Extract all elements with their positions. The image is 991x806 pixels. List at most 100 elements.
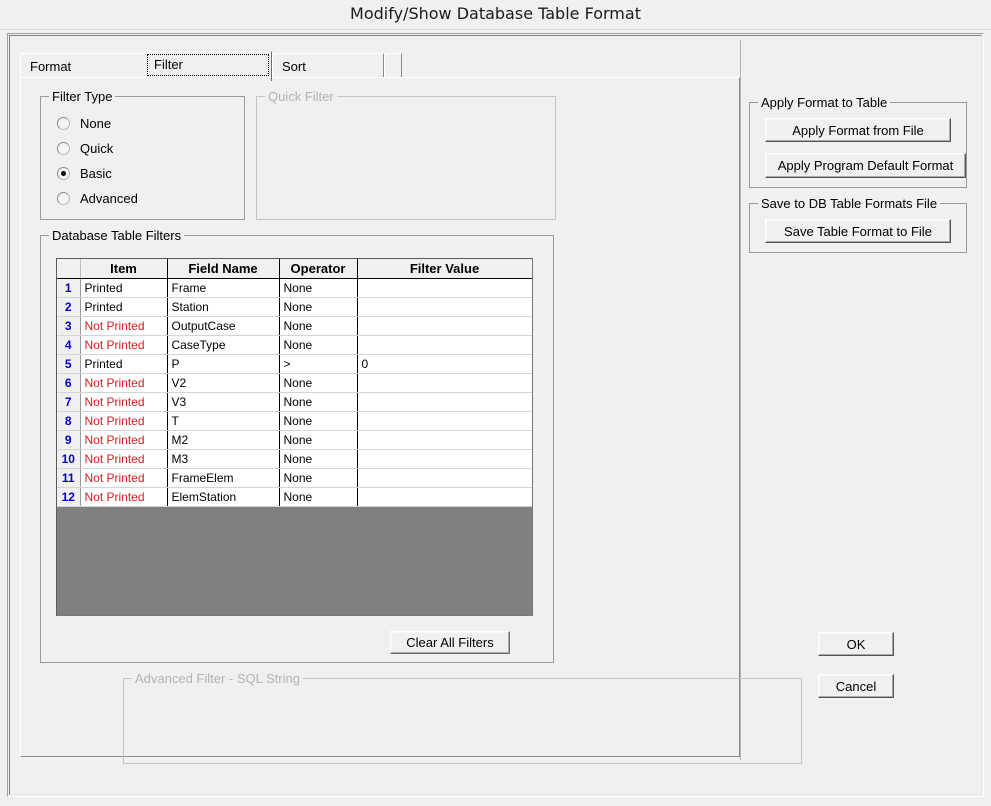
column-header-rownum[interactable] — [57, 259, 81, 279]
row-number-cell[interactable]: 5 — [57, 354, 81, 374]
apply-program-default-format-button[interactable]: Apply Program Default Format — [765, 153, 966, 178]
cell-field-name[interactable]: ElemStation — [167, 487, 280, 507]
ok-button-label: OK — [846, 636, 866, 652]
row-number-cell[interactable]: 3 — [57, 316, 81, 336]
cell-operator[interactable]: None — [279, 335, 358, 355]
cell-filter-value[interactable] — [357, 278, 532, 298]
cell-operator[interactable]: None — [279, 430, 358, 450]
row-number-cell[interactable]: 10 — [57, 449, 81, 469]
apply-format-from-file-button[interactable]: Apply Format from File — [765, 118, 951, 142]
cell-field-name[interactable]: P — [167, 354, 280, 374]
tab-sort[interactable]: Sort — [272, 53, 384, 79]
cell-item[interactable]: Not Printed — [80, 392, 168, 412]
cell-filter-value[interactable]: 0 — [357, 354, 532, 374]
save-table-format-to-file-button[interactable]: Save Table Format to File — [765, 219, 951, 243]
table-row[interactable]: 9 Not Printed M2 None — [57, 430, 532, 450]
cell-field-name[interactable]: M2 — [167, 430, 280, 450]
radio-basic-icon — [57, 166, 70, 180]
radio-filter-type-quick[interactable]: Quick — [57, 138, 113, 158]
cell-operator[interactable]: None — [279, 468, 358, 488]
table-row[interactable]: 1 Printed Frame None — [57, 278, 532, 298]
row-number-cell[interactable]: 4 — [57, 335, 81, 355]
row-number-cell[interactable]: 11 — [57, 468, 81, 488]
tab-format[interactable]: Format — [20, 53, 150, 79]
tab-filler — [384, 53, 402, 79]
row-number-cell[interactable]: 7 — [57, 392, 81, 412]
cell-operator[interactable]: None — [279, 392, 358, 412]
filters-grid[interactable]: Item Field Name Operator Filter Value 1P… — [56, 258, 533, 616]
cell-operator[interactable]: None — [279, 316, 358, 336]
cell-item[interactable]: Not Printed — [80, 430, 168, 450]
clear-all-filters-button[interactable]: Clear All Filters — [390, 631, 510, 654]
cell-operator[interactable]: None — [279, 411, 358, 431]
table-row[interactable]: 6 Not Printed V2 None — [57, 373, 532, 393]
cell-operator[interactable]: None — [279, 297, 358, 317]
row-number-cell[interactable]: 12 — [57, 487, 81, 507]
tab-format-label: Format — [30, 59, 72, 74]
table-body: 1 Printed Frame None 2 Printed Station None 3 Not… — [57, 278, 532, 507]
row-number-cell[interactable]: 8 — [57, 411, 81, 431]
column-header-filter-value[interactable]: Filter Value — [357, 259, 532, 279]
cell-filter-value[interactable] — [357, 335, 532, 355]
radio-filter-type-advanced[interactable]: Advanced — [57, 188, 138, 208]
save-db-table-formats-legend: Save to DB Table Formats File — [758, 196, 941, 211]
cell-field-name[interactable]: M3 — [167, 449, 280, 469]
column-header-item[interactable]: Item — [80, 259, 168, 279]
cell-filter-value[interactable] — [357, 392, 532, 412]
cell-item[interactable]: Not Printed — [80, 373, 168, 393]
row-number-cell[interactable]: 1 — [57, 278, 81, 298]
cell-operator[interactable]: > — [279, 354, 358, 374]
cell-item[interactable]: Not Printed — [80, 487, 168, 507]
cancel-button[interactable]: Cancel — [818, 674, 894, 698]
cell-operator[interactable]: None — [279, 373, 358, 393]
column-header-operator[interactable]: Operator — [279, 259, 358, 279]
table-row[interactable]: 2 Printed Station None — [57, 297, 532, 317]
radio-filter-type-none[interactable]: None — [57, 113, 111, 133]
cell-filter-value[interactable] — [357, 373, 532, 393]
cell-item[interactable]: Not Printed — [80, 316, 168, 336]
cell-item[interactable]: Not Printed — [80, 411, 168, 431]
cell-filter-value[interactable] — [357, 430, 532, 450]
tab-filter[interactable]: Filter — [144, 51, 272, 81]
ok-button[interactable]: OK — [818, 632, 894, 656]
table-header-row: Item Field Name Operator Filter Value — [57, 259, 532, 279]
row-number-cell[interactable]: 9 — [57, 430, 81, 450]
table-row[interactable]: 7 Not Printed V3 None — [57, 392, 532, 412]
row-number-cell[interactable]: 6 — [57, 373, 81, 393]
cell-field-name[interactable]: V3 — [167, 392, 280, 412]
cell-item[interactable]: Not Printed — [80, 449, 168, 469]
row-number-cell[interactable]: 2 — [57, 297, 81, 317]
column-header-field-name[interactable]: Field Name — [167, 259, 280, 279]
table-row[interactable]: 4 Not Printed CaseType None — [57, 335, 532, 355]
cell-item[interactable]: Printed — [80, 354, 168, 374]
cell-operator[interactable]: None — [279, 449, 358, 469]
cell-filter-value[interactable] — [357, 411, 532, 431]
radio-filter-type-basic[interactable]: Basic — [57, 163, 112, 183]
cell-field-name[interactable]: CaseType — [167, 335, 280, 355]
table-row[interactable]: 11 Not Printed FrameElem None — [57, 468, 532, 488]
cell-field-name[interactable]: Frame — [167, 278, 280, 298]
cell-filter-value[interactable] — [357, 487, 532, 507]
cell-operator[interactable]: None — [279, 278, 358, 298]
cell-field-name[interactable]: FrameElem — [167, 468, 280, 488]
cell-item[interactable]: Printed — [80, 278, 168, 298]
table-row[interactable]: 5 Printed P >0 — [57, 354, 532, 374]
apply-program-default-format-label: Apply Program Default Format — [777, 158, 954, 173]
cell-item[interactable]: Not Printed — [80, 468, 168, 488]
cell-filter-value[interactable] — [357, 297, 532, 317]
table-row[interactable]: 12 Not Printed ElemStation None — [57, 487, 532, 507]
cell-field-name[interactable]: V2 — [167, 373, 280, 393]
cell-item[interactable]: Not Printed — [80, 335, 168, 355]
cell-operator[interactable]: None — [279, 487, 358, 507]
cell-filter-value[interactable] — [357, 316, 532, 336]
cell-field-name[interactable]: OutputCase — [167, 316, 280, 336]
cell-filter-value[interactable] — [357, 449, 532, 469]
table-row[interactable]: 8 Not Printed T None — [57, 411, 532, 431]
radio-none-icon — [57, 116, 70, 130]
cell-filter-value[interactable] — [357, 468, 532, 488]
cell-field-name[interactable]: Station — [167, 297, 280, 317]
table-row[interactable]: 3 Not Printed OutputCase None — [57, 316, 532, 336]
cell-item[interactable]: Printed — [80, 297, 168, 317]
cell-field-name[interactable]: T — [167, 411, 280, 431]
table-row[interactable]: 10 Not Printed M3 None — [57, 449, 532, 469]
